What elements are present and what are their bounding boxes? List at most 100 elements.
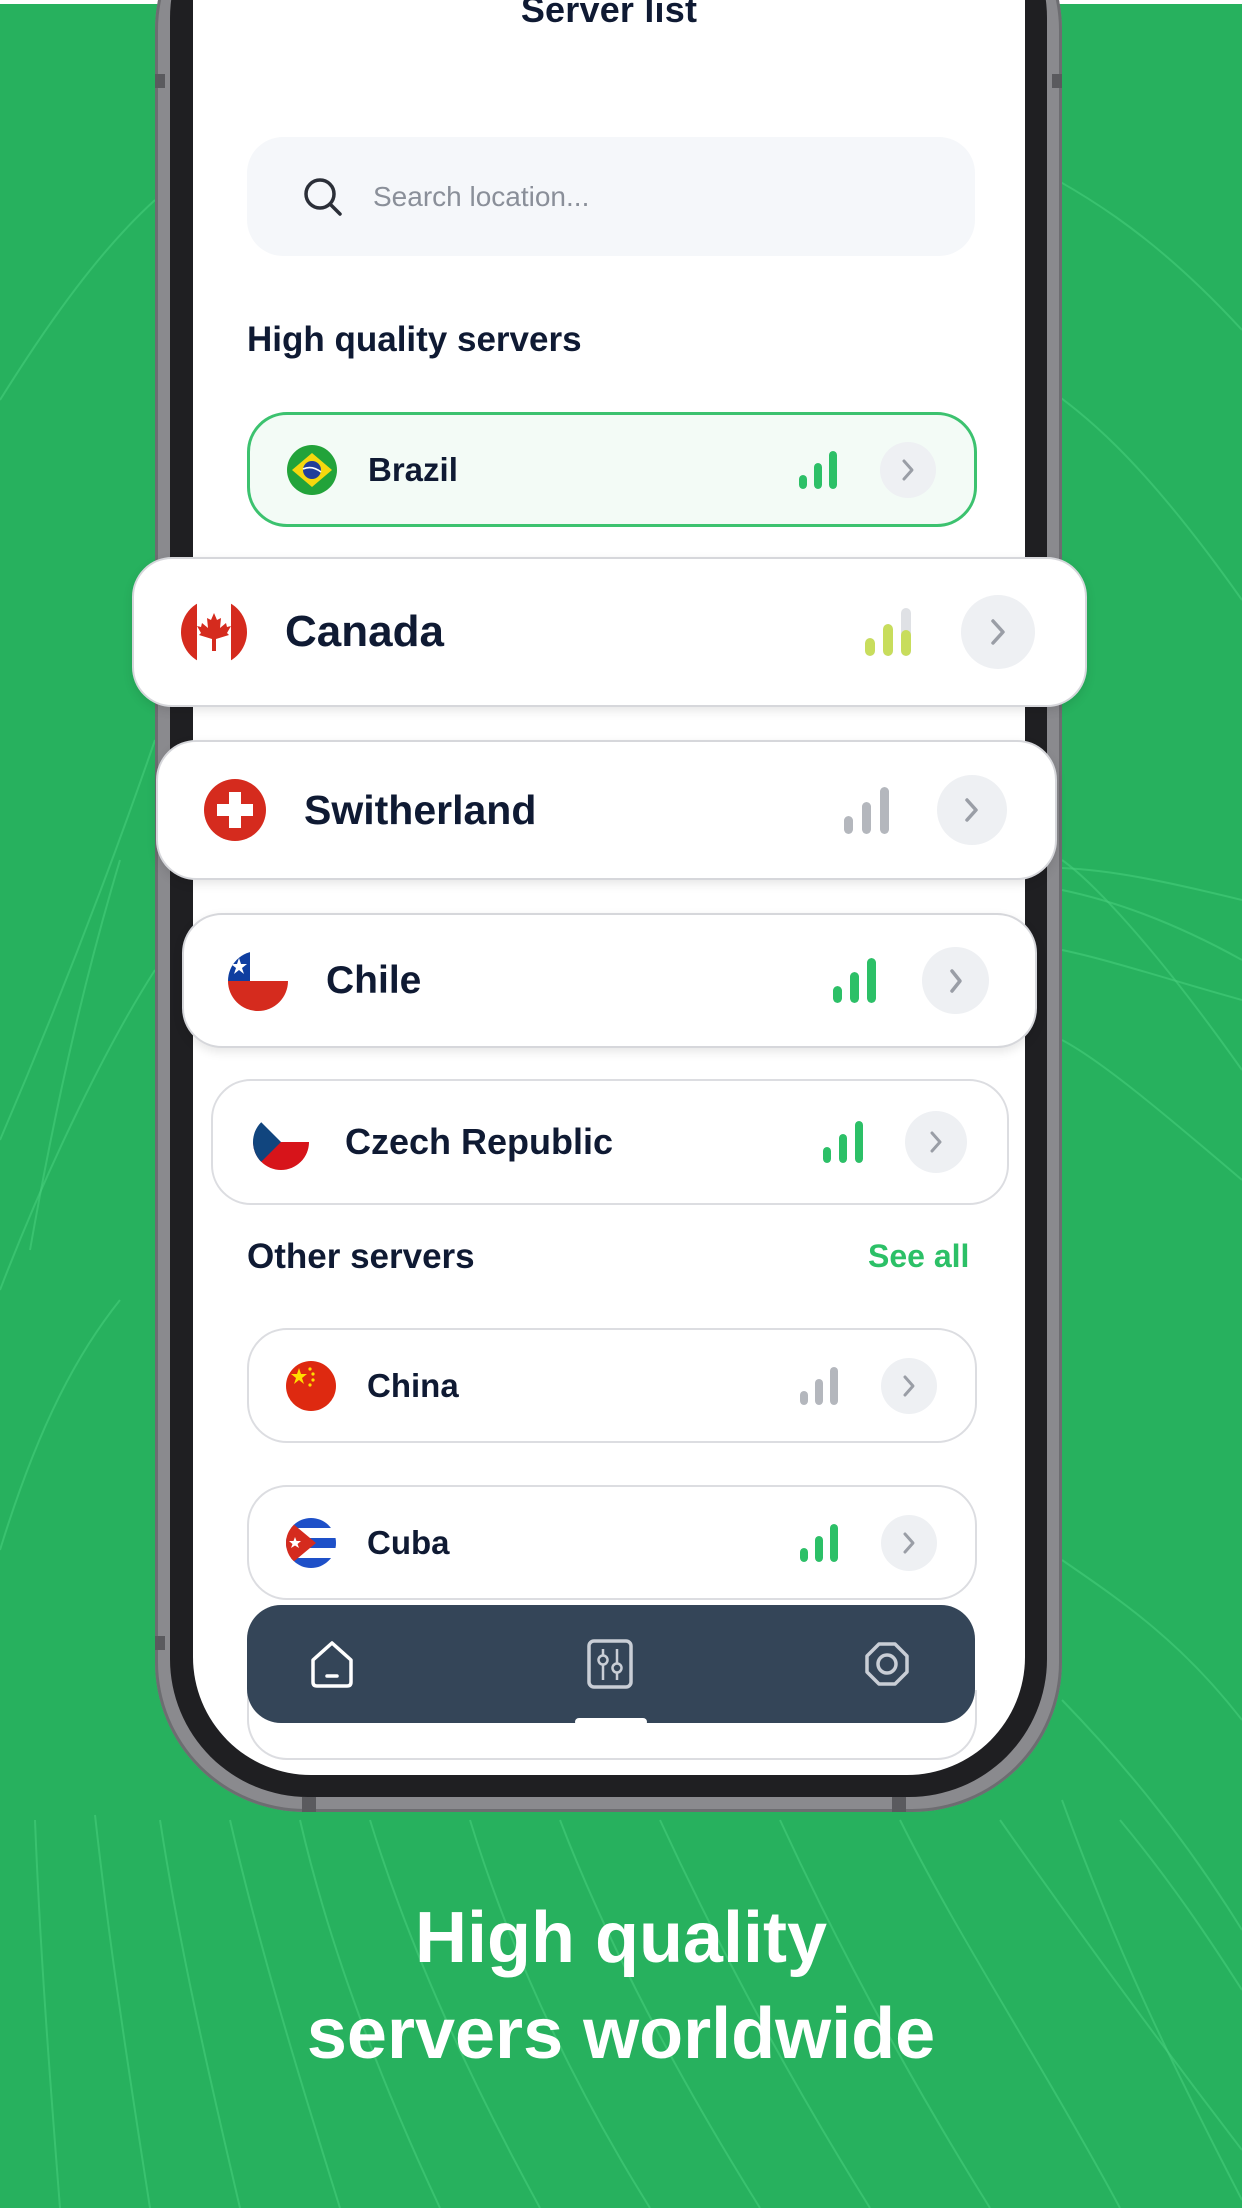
chevron-right-icon: [991, 619, 1005, 645]
signal-bar: [867, 958, 876, 1003]
signal-bar-fill: [855, 1121, 863, 1163]
signal-bar-fill: [833, 986, 842, 1003]
phone-side-button: [892, 1797, 906, 1812]
settings-octagon-icon: [865, 1642, 909, 1686]
signal-bar: [815, 1535, 823, 1562]
server-name: Switherland: [304, 786, 537, 833]
chevron-right-button[interactable]: [880, 441, 936, 498]
signal-bar: [830, 1523, 838, 1562]
home-icon: [311, 1641, 353, 1688]
server-row-switzerland[interactable]: Switherland: [156, 740, 1057, 880]
tagline-line-2: servers worldwide: [306, 1994, 936, 2074]
signal-bar: [880, 786, 889, 834]
signal-bar-fill: [815, 1535, 823, 1562]
server-row-chile[interactable]: Chile: [182, 913, 1037, 1048]
sliders-icon: [586, 1639, 633, 1689]
section-title-other: Other servers: [247, 1237, 475, 1276]
chevron-right-icon: [903, 1375, 915, 1396]
signal-bar: [865, 638, 875, 656]
nav-settings[interactable]: [857, 1634, 917, 1694]
china-flag: [286, 1360, 336, 1411]
server-name: Brazil: [368, 451, 458, 488]
phone-side-button: [302, 1797, 316, 1812]
bottom-navigation: [247, 1605, 975, 1723]
signal-bar-fill: [850, 972, 859, 1003]
server-row-cuba[interactable]: Cuba: [247, 1485, 977, 1600]
signal-bar: [844, 815, 853, 834]
phone-side-button: [1052, 74, 1062, 88]
tagline-line-1: High quality: [415, 1898, 827, 1978]
signal-bar-fill: [814, 462, 822, 489]
signal-bar: [901, 608, 911, 656]
section-title-high-quality: High quality servers: [247, 320, 582, 359]
tagline: High quality servers worldwide: [0, 1890, 1242, 2082]
search-field[interactable]: [247, 137, 975, 256]
chevron-right-icon: [902, 459, 914, 480]
server-name: Canada: [285, 607, 444, 656]
signal-strength-icon: [800, 1366, 838, 1405]
signal-strength-icon: [865, 608, 911, 656]
signal-bar: [829, 450, 837, 489]
server-name: Cuba: [367, 1524, 450, 1561]
nav-home[interactable]: [302, 1634, 362, 1694]
chevron-right-button[interactable]: [961, 595, 1035, 669]
signal-bar: [850, 972, 859, 1003]
server-row-canada[interactable]: Canada: [132, 557, 1087, 707]
signal-bar-fill: [800, 1547, 808, 1562]
chevron-right-button[interactable]: [937, 775, 1007, 845]
chevron-right-icon: [930, 1131, 942, 1153]
chevron-right-button[interactable]: [922, 947, 989, 1014]
server-name: China: [367, 1367, 459, 1404]
signal-bar-fill: [867, 958, 876, 1003]
switzerland-flag: [204, 779, 266, 841]
signal-bar-fill: [829, 450, 837, 489]
cuba-flag: [286, 1517, 336, 1568]
signal-bar-fill: [800, 1390, 808, 1405]
phone-side-button: [155, 1636, 165, 1650]
chile-flag: [228, 950, 288, 1011]
signal-bar-fill: [883, 624, 893, 656]
server-row-brazil[interactable]: Brazil: [247, 412, 977, 527]
signal-bar-fill: [815, 1378, 823, 1405]
server-row-china[interactable]: China: [247, 1328, 977, 1443]
signal-bar-fill: [823, 1147, 831, 1163]
search-icon: [304, 177, 342, 216]
chevron-right-button[interactable]: [881, 1514, 937, 1571]
chevron-right-button[interactable]: [905, 1111, 967, 1173]
see-all-link[interactable]: See all: [868, 1240, 969, 1272]
phone-side-button: [155, 74, 165, 88]
page-title: Server list: [520, 0, 698, 30]
signal-strength-icon: [823, 1121, 863, 1163]
signal-bar: [799, 474, 807, 489]
signal-bar: [833, 986, 842, 1003]
brazil-flag: [287, 444, 337, 495]
signal-bar: [839, 1134, 847, 1163]
home-indicator: [575, 1718, 647, 1726]
signal-bar: [823, 1147, 831, 1163]
signal-strength-icon: [844, 786, 889, 834]
signal-bar: [814, 462, 822, 489]
signal-bar-fill: [830, 1366, 838, 1405]
signal-bar-fill: [865, 638, 875, 656]
chevron-right-button[interactable]: [881, 1357, 937, 1414]
signal-bar-fill: [839, 1134, 847, 1163]
signal-bar-fill: [880, 786, 889, 834]
nav-filters[interactable]: [580, 1634, 640, 1694]
search-input[interactable]: [371, 179, 935, 214]
signal-bar-fill: [862, 801, 871, 834]
signal-bar: [830, 1366, 838, 1405]
signal-bar-fill: [901, 629, 911, 656]
chevron-right-icon: [965, 798, 978, 822]
server-row-czech-republic[interactable]: Czech Republic: [211, 1079, 1009, 1205]
chevron-right-icon: [903, 1532, 915, 1553]
signal-bar-fill: [830, 1523, 838, 1562]
signal-bar: [815, 1378, 823, 1405]
signal-bar: [800, 1547, 808, 1562]
server-name: Chile: [326, 959, 422, 1002]
signal-bar: [862, 801, 871, 834]
signal-bar: [883, 624, 893, 656]
signal-bar-fill: [799, 474, 807, 489]
server-name: Czech Republic: [345, 1121, 614, 1162]
czech-flag: [253, 1114, 309, 1170]
canada-flag: [181, 599, 247, 665]
